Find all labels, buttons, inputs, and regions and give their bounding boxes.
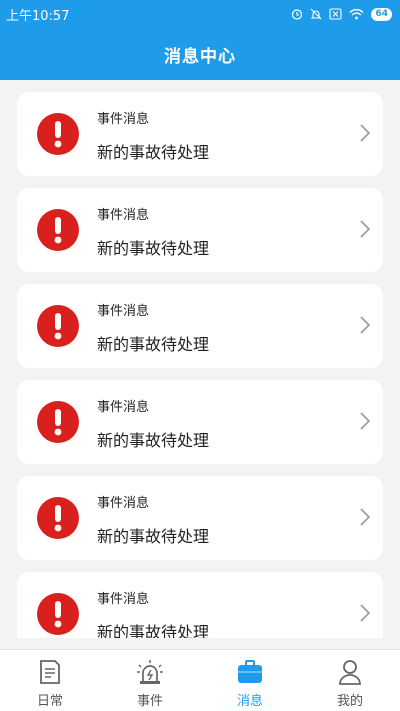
tab-alarm-light[interactable]: 事件 <box>100 650 200 711</box>
chevron-right-icon <box>360 124 371 142</box>
message-title: 事件消息 <box>97 111 150 127</box>
chevron-right-icon <box>360 508 371 526</box>
alert-icon <box>37 209 79 251</box>
battery-indicator: 64 <box>371 7 392 21</box>
briefcase-icon <box>237 658 263 686</box>
status-icons: 64 <box>291 7 392 21</box>
message-body: 新的事故待处理 <box>97 142 210 162</box>
message-title: 事件消息 <box>97 399 150 415</box>
chevron-right-icon <box>360 316 371 334</box>
sim-x-icon <box>329 8 343 20</box>
bottom-tab-bar: 日常 事件 消息 我的 <box>0 649 400 711</box>
mute-bell-icon <box>311 8 322 20</box>
message-title: 事件消息 <box>97 303 150 319</box>
message-body: 新的事故待处理 <box>97 526 210 546</box>
alert-icon <box>37 305 79 347</box>
alert-icon <box>37 593 79 635</box>
tab-label: 日常 <box>36 694 63 709</box>
message-title: 事件消息 <box>97 591 150 607</box>
message-text: 事件消息 新的事故待处理 <box>97 106 383 163</box>
message-body: 新的事故待处理 <box>97 238 210 258</box>
chevron-right-icon <box>360 604 371 622</box>
alert-icon <box>37 113 79 155</box>
alert-icon <box>37 497 79 539</box>
alarm-icon <box>292 9 303 20</box>
message-body: 新的事故待处理 <box>97 430 210 450</box>
chevron-right-icon <box>360 412 371 430</box>
message-card[interactable]: 事件消息 新的事故待处理 <box>17 572 383 638</box>
message-title: 事件消息 <box>97 495 150 511</box>
page-title: 消息中心 <box>164 46 236 67</box>
message-body: 新的事故待处理 <box>97 622 210 639</box>
status-time: 上午10:57 <box>6 8 70 24</box>
alert-icon <box>37 401 79 443</box>
message-title: 事件消息 <box>97 207 150 223</box>
person-icon <box>338 658 362 686</box>
status-bar: 上午10:57 64 <box>0 0 400 28</box>
message-card[interactable]: 事件消息 新的事故待处理 <box>17 476 383 560</box>
message-card[interactable]: 事件消息 新的事故待处理 <box>17 284 383 368</box>
message-card[interactable]: 事件消息 新的事故待处理 <box>17 92 383 176</box>
document-icon <box>39 658 61 686</box>
tab-person[interactable]: 我的 <box>300 650 400 711</box>
chevron-right-icon <box>360 220 371 238</box>
tab-label: 事件 <box>136 694 163 709</box>
tab-label: 我的 <box>336 694 363 709</box>
message-card[interactable]: 事件消息 新的事故待处理 <box>17 188 383 272</box>
message-list[interactable]: 事件消息 新的事故待处理 事件消息 新的事故待处理 事件消息 新的事故待处理 事… <box>0 80 400 638</box>
wifi-icon <box>349 9 364 20</box>
message-text: 事件消息 新的事故待处理 <box>97 394 383 451</box>
message-text: 事件消息 新的事故待处理 <box>97 490 383 547</box>
alarm-light-icon <box>136 658 164 686</box>
message-text: 事件消息 新的事故待处理 <box>97 586 383 639</box>
message-card[interactable]: 事件消息 新的事故待处理 <box>17 380 383 464</box>
tab-document[interactable]: 日常 <box>0 650 100 711</box>
message-text: 事件消息 新的事故待处理 <box>97 202 383 259</box>
message-body: 新的事故待处理 <box>97 334 210 354</box>
tab-briefcase[interactable]: 消息 <box>200 650 300 711</box>
app-header: 上午10:57 64 消息中心 <box>0 0 400 80</box>
tab-label: 消息 <box>236 694 263 709</box>
message-text: 事件消息 新的事故待处理 <box>97 298 383 355</box>
